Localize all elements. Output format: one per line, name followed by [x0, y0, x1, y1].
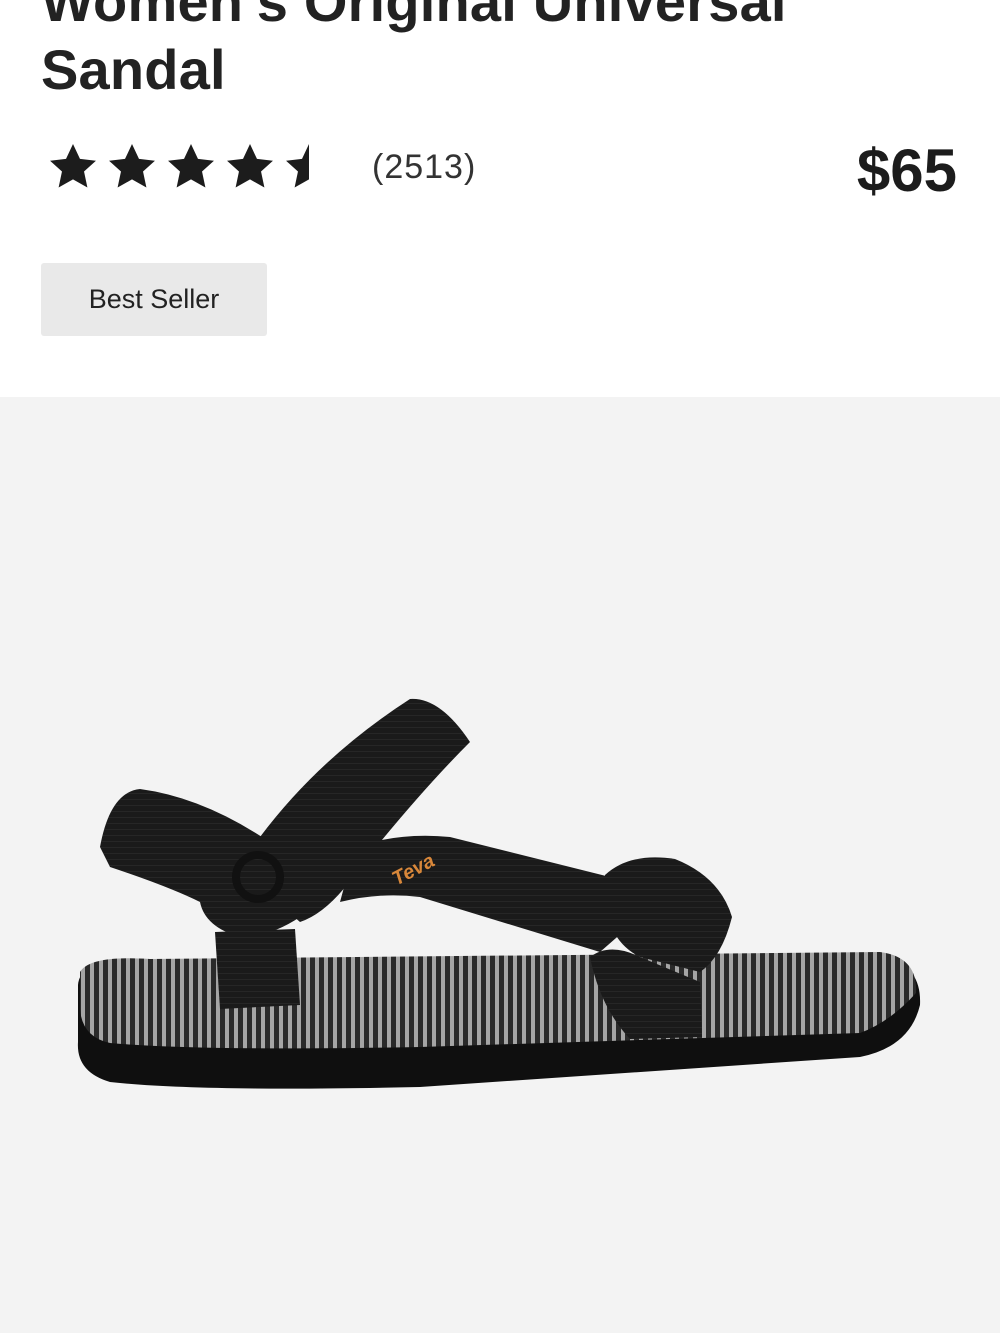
- product-price: $65: [856, 137, 957, 204]
- product-title: Women's Original Universal Sandal: [41, 0, 941, 104]
- star-rating: [46, 140, 336, 194]
- product-image[interactable]: Teva: [0, 397, 1000, 1333]
- sandal-illustration: Teva: [77, 698, 921, 1089]
- best-seller-badge: Best Seller: [41, 263, 267, 336]
- rating-row[interactable]: (2513): [46, 140, 476, 194]
- star-full-icon: [50, 144, 96, 188]
- star-half-icon: [286, 144, 309, 188]
- star-full-icon: [109, 144, 155, 188]
- product-title-line-1: Women's Original Universal: [41, 0, 787, 33]
- star-full-icon: [168, 144, 214, 188]
- star-full-icon: [227, 144, 273, 188]
- product-title-line-2: Sandal: [41, 38, 226, 101]
- sandal-footbed: [80, 952, 917, 1049]
- review-count[interactable]: (2513): [372, 148, 476, 187]
